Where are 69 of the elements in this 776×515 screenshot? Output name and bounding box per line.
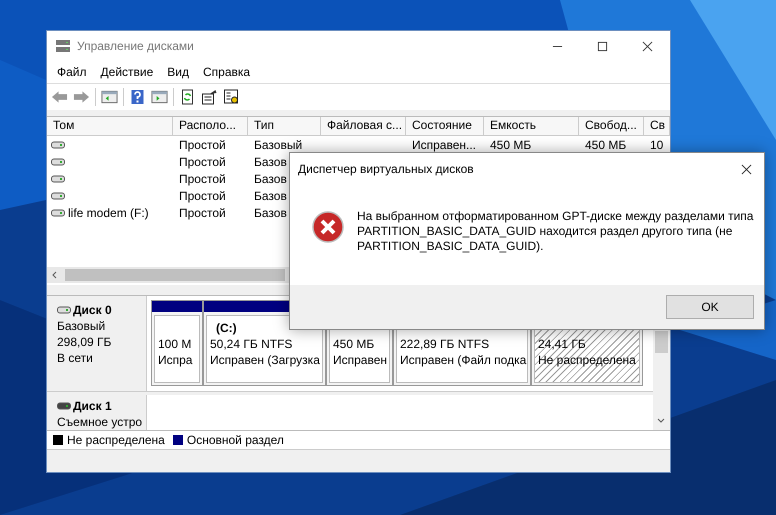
error-icon	[312, 211, 344, 243]
partition-info: 24,41 ГБ	[538, 336, 586, 352]
column-header[interactable]: Том	[47, 117, 173, 135]
table-cell: Исправен...	[412, 138, 476, 152]
partition-header-bar	[152, 301, 202, 312]
disk-name: Диск 1	[73, 398, 112, 414]
window-title: Управление дисками	[77, 39, 195, 53]
column-header[interactable]: Располо...	[173, 117, 248, 135]
disk-info: Съемное устро	[57, 414, 144, 430]
legend-label: Основной раздел	[186, 433, 284, 447]
menu-item[interactable]: Справка	[197, 65, 258, 79]
scroll-thumb[interactable]	[655, 331, 668, 353]
disk-name: Диск 0	[73, 302, 112, 318]
disk-info: Базовый	[57, 318, 106, 334]
menu-item[interactable]: Вид	[161, 65, 197, 79]
table-cell: 450 МБ	[585, 138, 626, 152]
column-header[interactable]: Состояние	[406, 117, 484, 135]
column-header[interactable]: Емкость	[484, 117, 579, 135]
legend-label: Не распределена	[67, 433, 165, 447]
column-header[interactable]: Св	[644, 117, 670, 135]
table-cell: Простой	[179, 206, 226, 220]
error-message: На выбранном отформатированном GPT-диске между разделами типа PARTITION_BASIC_DATA_GUID находится раздел другого типа (не PARTITION_BASIC_DATA_GUID).	[357, 209, 754, 254]
disk-info: 298,09 ГБ	[57, 334, 112, 350]
partition-label: (C:)	[215, 320, 238, 336]
scroll-down-icon[interactable]	[657, 418, 665, 424]
drive-icon	[57, 401, 71, 411]
table-cell: Базовый	[254, 138, 302, 152]
table-cell: Базов	[254, 188, 287, 202]
refresh-icon[interactable]	[179, 89, 196, 105]
partition-block[interactable]: (C:) 50,24 ГБ NTFS Исправен (Загрузка	[203, 300, 326, 386]
menu-item[interactable]: Действие	[94, 65, 162, 79]
dialog-title: Диспетчер виртуальных дисков	[298, 162, 474, 176]
partition-info: Не распределена	[538, 352, 636, 368]
column-header[interactable]: Файловая с...	[321, 117, 406, 135]
column-header[interactable]: Свобод...	[579, 117, 644, 135]
scroll-thumb[interactable]	[65, 269, 285, 281]
drive-icon	[57, 305, 71, 315]
table-cell: Базов	[254, 172, 287, 186]
settings-icon[interactable]	[223, 89, 240, 105]
menu-item[interactable]: Файл	[51, 65, 95, 79]
close-icon[interactable]	[741, 164, 752, 174]
drive-icon	[51, 156, 65, 166]
partition-info: Исправен (Файл подка	[400, 352, 526, 368]
disk-drive-icon	[55, 38, 71, 54]
properties-icon[interactable]	[201, 89, 218, 105]
back-arrow-icon[interactable]	[51, 89, 68, 105]
drive-icon	[51, 208, 65, 218]
drive-icon	[51, 174, 65, 184]
panel-icon[interactable]	[101, 89, 118, 105]
ok-button[interactable]: OK	[666, 295, 754, 319]
table-cell: Базов	[254, 154, 287, 168]
table-cell: Простой	[179, 188, 226, 202]
disk-info: В сети	[57, 350, 94, 366]
table-cell: 450 МБ	[490, 138, 532, 152]
table-cell: Простой	[179, 172, 226, 186]
table-cell: Простой	[179, 138, 226, 152]
partition-info: Исправен (Загрузка	[210, 352, 320, 368]
table-cell: Простой	[179, 154, 226, 168]
table-cell: 10	[650, 138, 664, 152]
partition-block[interactable]: 100 М Испра	[151, 300, 203, 386]
drive-icon	[51, 190, 65, 200]
scroll-left-icon[interactable]	[51, 271, 57, 279]
column-header[interactable]: Тип	[248, 117, 321, 135]
table-cell: Базов	[254, 206, 287, 220]
drive-icon	[51, 140, 65, 150]
help-icon[interactable]	[129, 89, 146, 105]
table-cell: life modem (F:)	[68, 206, 149, 220]
forward-arrow-icon[interactable]	[73, 89, 90, 105]
panel-icon[interactable]	[151, 89, 168, 105]
